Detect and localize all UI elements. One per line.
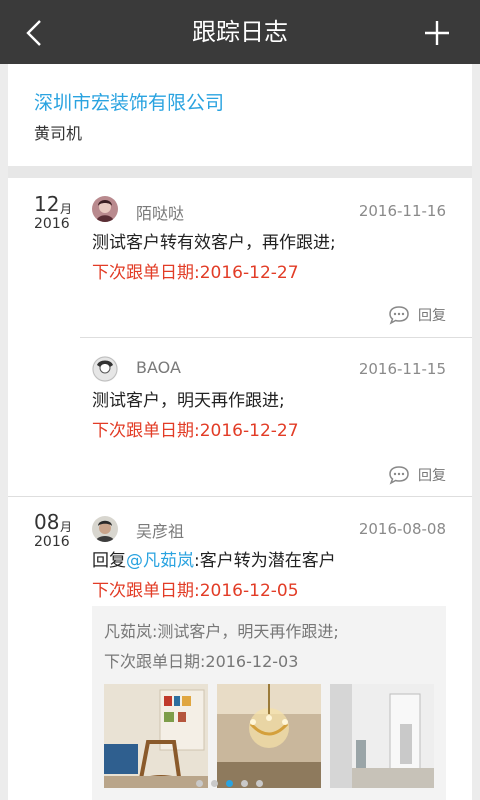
navbar: 跟踪日志 [0,0,480,64]
post-date: 2016-11-15 [358,360,446,378]
next-follow-date: 下次跟单日期:2016-12-05 [92,581,299,601]
carousel-indicator [196,780,263,787]
author-name: 吴彦祖 [136,522,185,541]
photo-thumbnail[interactable] [330,684,434,788]
post-date: 2016-11-16 [358,202,446,220]
author-name: BAOA [136,358,181,377]
quoted-text: 凡茹岚:测试客户，明天再作跟进; [104,622,339,641]
plus-icon[interactable] [424,20,450,46]
quoted-next-follow-date: 下次跟单日期:2016-12-03 [104,652,299,671]
group-month-label: 月 [60,202,73,216]
reply-button[interactable]: 回复 [388,304,446,326]
avatar [92,356,118,382]
comment-icon [389,306,409,325]
next-follow-date: 下次跟单日期:2016-12-27 [92,263,299,283]
avatar [92,516,118,542]
page-frame: 深圳市宏装饰有限公司 黄司机 12 月 2016 陌哒哒 2016-11-16 … [0,64,480,800]
carousel-dot[interactable] [196,780,203,787]
reply-button[interactable]: 回复 [388,464,446,486]
next-follow-date: 下次跟单日期:2016-12-27 [92,421,299,441]
group-year: 2016 [34,534,70,550]
company-name-link[interactable]: 深圳市宏装饰有限公司 [34,88,224,115]
reply-label: 回复 [418,308,446,324]
log-text: 回复@凡茹岚:客户转为潜在客户 [92,546,336,571]
log-text: 测试客户，明天再作跟进; [92,391,285,411]
group-year: 2016 [34,216,70,232]
entry-divider [80,337,472,338]
reply-prefix: 回复 [92,551,126,571]
log-content: 深圳市宏装饰有限公司 黄司机 12 月 2016 陌哒哒 2016-11-16 … [8,64,472,800]
photo-thumbnail[interactable] [217,684,321,788]
carousel-dot[interactable] [211,780,218,787]
carousel-dot[interactable] [256,780,263,787]
page-title: 跟踪日志 [192,18,288,46]
log-text: 测试客户转有效客户，再作跟进; [92,233,336,253]
contact-name: 黄司机 [34,124,83,143]
section-divider [8,166,472,178]
post-date: 2016-08-08 [358,520,446,538]
log-text-body: :客户转为潜在客户 [194,551,336,571]
quoted-log: 凡茹岚:测试客户，明天再作跟进; 下次跟单日期:2016-12-03 [92,606,446,800]
group-divider [8,496,472,497]
avatar [92,196,118,222]
group-day: 12 [34,192,60,216]
group-day: 08 [34,510,60,534]
carousel-dot-active[interactable] [226,780,233,787]
comment-icon [389,466,409,485]
carousel-dot[interactable] [241,780,248,787]
author-name: 陌哒哒 [136,204,185,223]
photo-thumbnail[interactable] [104,684,208,788]
mention-link[interactable]: @凡茹岚 [126,551,194,571]
group-month-label: 月 [60,520,73,534]
reply-label: 回复 [418,468,446,484]
